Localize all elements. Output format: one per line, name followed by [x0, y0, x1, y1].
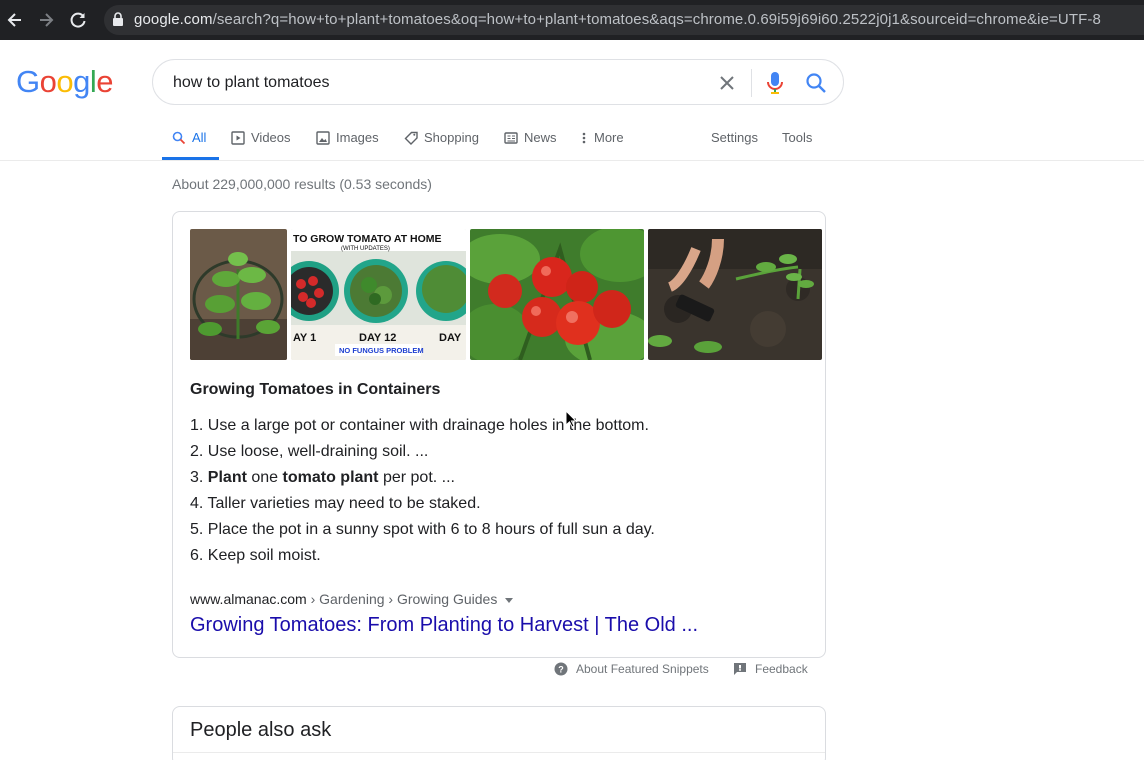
snippet-images: TO GROW TOMATO AT HOME (WITH UPDATES) AY…: [190, 229, 822, 360]
item-text: one: [246, 469, 283, 486]
cite-path: › Gardening › Growing Guides: [306, 591, 498, 607]
tomato-seedling-image[interactable]: [190, 229, 287, 360]
tab-settings[interactable]: Settings: [711, 130, 758, 160]
red-tomatoes-image[interactable]: [470, 229, 644, 360]
bold-term: Plant: [207, 469, 247, 486]
search-icon: [172, 131, 186, 145]
tab-label: Images: [336, 130, 379, 145]
feedback-icon: [734, 663, 746, 675]
clear-icon[interactable]: [717, 73, 737, 93]
logo-letter: o: [39, 64, 57, 99]
about-featured-snippets[interactable]: ? About Featured Snippets: [554, 662, 709, 676]
reload-icon[interactable]: [68, 10, 88, 30]
image-banner-text: TO GROW TOMATO AT HOME: [293, 233, 442, 245]
tab-videos[interactable]: Videos: [231, 130, 291, 160]
bold-term: tomato plant: [282, 469, 379, 486]
browser-toolbar: google.com/search?q=how+to+plant+tomatoe…: [0, 0, 1144, 40]
tab-label: Tools: [782, 130, 813, 145]
dropdown-arrow-icon[interactable]: [505, 597, 514, 603]
tab-label: All: [192, 130, 207, 145]
featured-snippet: TO GROW TOMATO AT HOME (WITH UPDATES) AY…: [172, 211, 826, 658]
tab-images[interactable]: Images: [316, 130, 379, 160]
search-box[interactable]: [152, 59, 844, 105]
svg-text:?: ?: [558, 665, 564, 675]
list-item: 5. Place the pot in a sunny spot with 6 …: [190, 521, 655, 538]
list-item: 6. Keep soil moist.: [190, 547, 321, 564]
microphone-icon[interactable]: [765, 71, 785, 95]
tab-label: Videos: [251, 130, 291, 145]
tab-all[interactable]: All: [172, 130, 206, 160]
tab-shopping[interactable]: Shopping: [404, 130, 479, 160]
list-item: 3. Plant one tomato plant per pot. ...: [190, 467, 655, 493]
paa-title: People also ask: [190, 719, 332, 741]
logo-letter: o: [56, 64, 74, 99]
paa-divider: [173, 752, 825, 753]
tab-label: More: [594, 130, 624, 145]
tab-label: Settings: [711, 130, 758, 145]
planting-hands-image[interactable]: [648, 229, 822, 360]
mouse-cursor-icon: [565, 410, 577, 428]
image-sub-text: (WITH UPDATES): [341, 246, 390, 252]
result-citation[interactable]: www.almanac.com › Gardening › Growing Gu…: [190, 591, 514, 607]
url-text[interactable]: google.com/search?q=how+to+plant+tomatoe…: [134, 11, 1101, 28]
result-title-link[interactable]: Growing Tomatoes: From Planting to Harve…: [190, 614, 698, 637]
about-label: About Featured Snippets: [576, 662, 709, 676]
feedback-label: Feedback: [755, 662, 808, 676]
grow-tomato-at-home-image[interactable]: TO GROW TOMATO AT HOME (WITH UPDATES) AY…: [291, 229, 466, 360]
tab-more[interactable]: More: [580, 130, 624, 160]
forward-arrow-icon[interactable]: [36, 10, 56, 30]
back-arrow-icon[interactable]: [5, 10, 25, 30]
play-icon: [231, 131, 245, 145]
logo-letter: e: [96, 64, 114, 99]
search-icon[interactable]: [805, 72, 827, 94]
search-divider: [751, 69, 752, 97]
tag-icon: [404, 131, 418, 145]
tab-label: News: [524, 130, 557, 145]
result-stats: About 229,000,000 results (0.53 seconds): [172, 176, 432, 192]
tab-news[interactable]: News: [504, 130, 557, 160]
day1-label: AY 1: [293, 332, 316, 344]
list-item: 2. Use loose, well-draining soil. ...: [190, 443, 429, 460]
day3-label: DAY: [439, 332, 462, 344]
news-icon: [504, 132, 518, 144]
tab-label: Shopping: [424, 130, 479, 145]
help-icon: ?: [554, 662, 568, 676]
logo-letter: G: [16, 64, 40, 99]
feedback-link[interactable]: Feedback: [733, 662, 808, 676]
day12-label: DAY 12: [359, 332, 396, 344]
google-logo[interactable]: Google: [16, 64, 114, 100]
dots-vertical-icon: [582, 132, 586, 144]
item-number: 3.: [190, 469, 208, 486]
item-text: per pot. ...: [378, 469, 455, 486]
logo-letter: g: [73, 64, 90, 99]
lock-icon: [113, 12, 123, 26]
active-tab-indicator: [162, 157, 219, 160]
people-also-ask: People also ask: [172, 706, 826, 760]
cite-domain: www.almanac.com: [190, 591, 307, 607]
search-input[interactable]: [173, 72, 693, 94]
snippet-steps: 1. Use a large pot or container with dra…: [190, 415, 655, 571]
search-tabs: All Videos Images Shopping News More Set…: [0, 120, 1144, 161]
list-item: 4. Taller varieties may need to be stake…: [190, 495, 481, 512]
fungus-label: NO FUNGUS PROBLEM: [339, 346, 424, 355]
snippet-title: Growing Tomatoes in Containers: [190, 381, 441, 398]
list-item: 1. Use a large pot or container with dra…: [190, 417, 649, 434]
image-icon: [316, 131, 330, 145]
tab-tools[interactable]: Tools: [782, 130, 812, 160]
